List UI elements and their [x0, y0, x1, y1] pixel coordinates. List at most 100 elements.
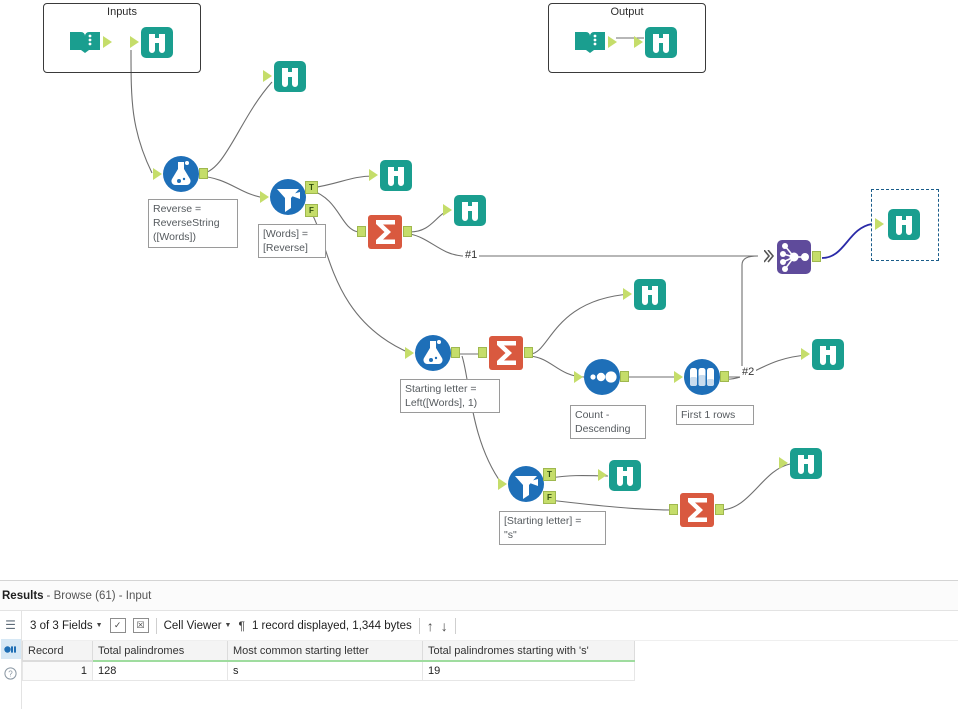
cell-total-palindromes-s[interactable]: 19	[422, 661, 635, 681]
multi-input-anchor[interactable]	[764, 250, 776, 263]
input-anchor[interactable]	[801, 348, 810, 360]
input-anchor[interactable]	[669, 504, 678, 515]
input-anchor[interactable]	[263, 70, 272, 82]
filter-true-anchor[interactable]: T	[543, 468, 556, 481]
filter-false-anchor[interactable]: F	[305, 204, 318, 217]
summarize-tool[interactable]	[357, 213, 412, 251]
input-anchor[interactable]	[357, 226, 366, 237]
input-anchor[interactable]	[598, 469, 607, 481]
chevron-down-icon: ▼	[224, 622, 232, 629]
binoculars-icon	[454, 195, 486, 226]
binoculars-icon	[645, 27, 677, 58]
input-anchor[interactable]	[478, 347, 487, 358]
output-anchor[interactable]	[103, 36, 112, 48]
filter-false-anchor[interactable]: F	[543, 491, 556, 504]
pilcrow-icon[interactable]: ¶	[238, 619, 244, 633]
column-header-record[interactable]: Record	[22, 641, 93, 662]
binoculars-icon	[790, 448, 822, 479]
output-browse-tool[interactable]	[634, 23, 680, 61]
input-anchor[interactable]	[369, 169, 378, 181]
browse-tool[interactable]	[779, 444, 825, 482]
record-status-label: 1 record displayed, 1,344 bytes	[251, 619, 412, 632]
container-inputs-title: Inputs	[107, 6, 137, 18]
cell-total-palindromes[interactable]: 128	[92, 661, 228, 681]
flask-icon	[163, 156, 199, 192]
input-anchor[interactable]	[153, 168, 162, 180]
output-anchor[interactable]	[403, 226, 412, 237]
view-mode-selector[interactable]: Cell Viewer ▼	[164, 620, 232, 632]
input-anchor[interactable]	[130, 36, 139, 48]
cell-most-common-starting-letter[interactable]: s	[227, 661, 423, 681]
sort-tool[interactable]	[574, 358, 629, 396]
sigma-icon	[368, 215, 402, 249]
output-anchor[interactable]	[524, 347, 533, 358]
input-anchor[interactable]	[634, 36, 643, 48]
input-anchor[interactable]	[623, 288, 632, 300]
clear-selection-icon[interactable]: ☒	[132, 618, 149, 633]
fields-selector[interactable]: 3 of 3 Fields ▼	[30, 620, 103, 632]
output-input-data-tool[interactable]	[571, 23, 617, 61]
browse-tool-selected[interactable]	[871, 189, 939, 261]
output-anchor[interactable]	[715, 504, 724, 515]
binoculars-icon	[609, 460, 641, 491]
binoculars-icon	[812, 339, 844, 370]
browse-tool[interactable]	[443, 191, 489, 229]
help-icon[interactable]: ?	[1, 663, 21, 683]
input-data-tool[interactable]	[66, 23, 112, 61]
input-anchor[interactable]	[574, 371, 583, 383]
arrow-down-icon[interactable]: ↓	[441, 618, 448, 634]
column-header-total-palindromes[interactable]: Total palindromes	[92, 641, 228, 662]
open-book-icon	[575, 32, 605, 53]
results-subtitle: - Browse (61) - Input	[46, 589, 152, 602]
cell-record[interactable]: 1	[22, 661, 93, 681]
toolbar-divider	[418, 617, 420, 634]
binoculars-icon	[274, 61, 306, 92]
filter-tool[interactable]: T F	[260, 178, 318, 217]
input-anchor[interactable]	[674, 371, 683, 383]
input-anchor[interactable]	[779, 457, 788, 469]
results-toolbar[interactable]: 3 of 3 Fields ▼ ✓ ☒ Cell Viewer ▼ ¶ 1 re…	[22, 611, 958, 641]
column-header-total-palindromes-s[interactable]: Total palindromes starting with 's'	[422, 641, 635, 662]
input-anchor[interactable]	[443, 204, 452, 216]
output-anchor[interactable]	[199, 168, 208, 179]
output-anchor[interactable]	[720, 371, 729, 382]
flask-icon	[415, 335, 451, 371]
column-header-most-common-starting-letter[interactable]: Most common starting letter	[227, 641, 423, 662]
formula-tool[interactable]	[153, 155, 208, 193]
browse-tool[interactable]	[801, 335, 847, 373]
formula-tool[interactable]	[405, 334, 460, 372]
input-anchor[interactable]	[405, 347, 414, 359]
annotation-sort-count: Count - Descending	[570, 405, 646, 440]
input-anchor[interactable]	[875, 218, 884, 230]
results-table[interactable]: Record Total palindromes Most common sta…	[22, 641, 635, 681]
join-multiple-tool[interactable]	[764, 238, 821, 276]
hamburger-icon[interactable]: ☰	[1, 615, 21, 635]
input-anchor[interactable]	[260, 191, 269, 203]
filter-tool[interactable]: T F	[498, 465, 556, 504]
binoculars-icon	[141, 27, 173, 58]
workflow-canvas[interactable]: Inputs Output Reverse = ReverseString ([…	[0, 0, 958, 580]
summarize-tool[interactable]	[669, 491, 724, 529]
checked-box-icon[interactable]: ✓	[109, 618, 126, 633]
browse-tool[interactable]	[598, 456, 644, 494]
output-anchor[interactable]	[620, 371, 629, 382]
output-anchor[interactable]	[812, 251, 821, 262]
sigma-icon	[680, 493, 714, 527]
container-output-title: Output	[610, 6, 644, 18]
filter-true-anchor[interactable]: T	[305, 181, 318, 194]
data-icon[interactable]	[0, 639, 21, 659]
browse-tool[interactable]	[130, 23, 176, 61]
help-glyph: ?	[4, 666, 17, 680]
arrow-up-icon[interactable]: ↑	[427, 618, 434, 634]
browse-tool[interactable]	[623, 275, 669, 313]
results-panel[interactable]: Results - Browse (61) - Input ☰ ? 3 of 3…	[0, 580, 958, 709]
sample-tool[interactable]	[674, 358, 729, 396]
browse-tool[interactable]	[369, 156, 415, 194]
filter-funnel-icon	[508, 466, 544, 502]
output-anchor[interactable]	[451, 347, 460, 358]
summarize-tool[interactable]	[478, 334, 533, 372]
table-row[interactable]: 1 128 s 19	[22, 661, 635, 681]
browse-tool[interactable]	[263, 57, 309, 95]
input-anchor[interactable]	[498, 478, 507, 490]
results-side-rail[interactable]: ☰ ?	[0, 611, 22, 709]
